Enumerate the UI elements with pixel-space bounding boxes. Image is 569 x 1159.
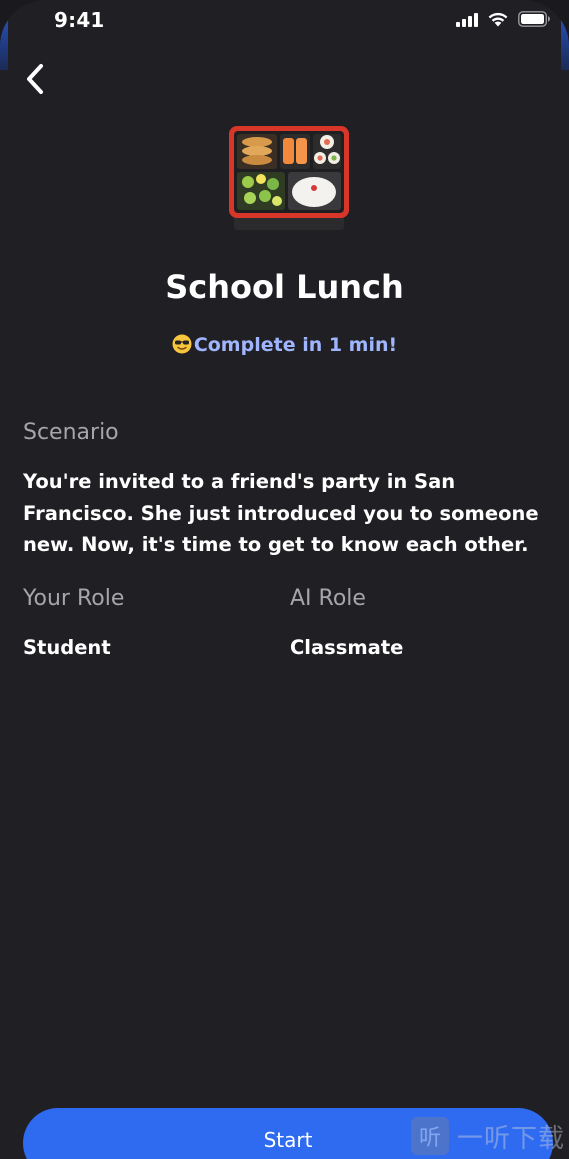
bento-box-icon [228, 124, 350, 234]
back-button[interactable] [18, 62, 52, 96]
sunglasses-face-icon [172, 334, 192, 354]
cellular-signal-icon [456, 11, 478, 27]
status-time: 9:41 [54, 8, 105, 32]
duration-label: Complete in 1 min! [0, 334, 569, 356]
scenario-label: Scenario [23, 420, 119, 445]
your-role-label: Your Role [23, 586, 125, 611]
ai-role-label: AI Role [290, 586, 366, 611]
your-role-value: Student [23, 636, 111, 659]
status-bar: 9:41 [0, 0, 569, 40]
status-icons [456, 10, 551, 27]
duration-text: Complete in 1 min! [193, 334, 398, 356]
lesson-title: School Lunch [165, 268, 404, 306]
wifi-icon [486, 10, 510, 27]
app-screen: 9:41 School Lunch Complete in 1 min! Sce… [0, 0, 569, 1159]
chevron-left-icon [27, 64, 43, 94]
start-button-label: Start [263, 1128, 313, 1152]
battery-icon [518, 10, 551, 27]
scenario-description: You're invited to a friend's party in Sa… [23, 470, 539, 556]
ai-role-value: Classmate [290, 636, 404, 659]
watermark-logo: 听 [410, 1117, 449, 1155]
watermark-text: 一听下载 [456, 1123, 565, 1154]
watermark: 听 一听下载 [410, 1116, 565, 1156]
